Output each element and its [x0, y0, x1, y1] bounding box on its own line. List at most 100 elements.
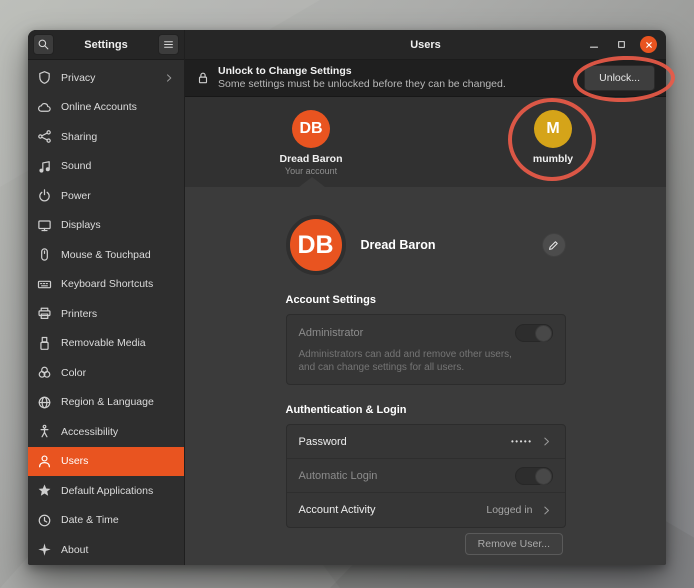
color-icon	[37, 365, 52, 380]
sidebar-item-label: Default Applications	[61, 485, 153, 497]
minimize-icon	[587, 38, 601, 52]
toggle-knob	[535, 468, 552, 485]
sidebar-item-region-language[interactable]: Region & Language	[28, 388, 184, 418]
administrator-card: Administrator Administrators can add and…	[286, 314, 566, 385]
toggle[interactable]	[515, 467, 553, 485]
edit-name-button[interactable]	[542, 233, 566, 257]
star-icon	[37, 483, 52, 498]
user-subtitle: Your account	[285, 166, 337, 176]
sidebar-item-label: Region & Language	[61, 396, 154, 408]
sidebar-item-sharing[interactable]: Sharing	[28, 122, 184, 152]
unlock-banner-subtitle: Some settings must be unlocked before th…	[218, 78, 506, 91]
close-icon	[643, 39, 655, 51]
search-button[interactable]	[33, 34, 54, 55]
sidebar-item-sound[interactable]: Sound	[28, 152, 184, 182]
window-controls	[586, 36, 666, 53]
sidebar-item-label: Users	[61, 455, 88, 467]
keyboard-icon	[37, 277, 52, 292]
remove-user-button[interactable]: Remove User...	[465, 533, 563, 555]
sidebar-item-power[interactable]: Power	[28, 181, 184, 211]
users-icon	[37, 454, 52, 469]
user-tab-mumbly[interactable]: M mumbly	[501, 110, 605, 165]
sparkle-icon	[37, 542, 52, 557]
section-heading-authentication: Authentication & Login	[286, 404, 566, 416]
administrator-description: Administrators can add and remove other …	[299, 348, 514, 374]
sidebar-item-privacy[interactable]: Privacy	[28, 63, 184, 93]
printer-icon	[37, 306, 52, 321]
user-header-row: DB Dread Baron	[286, 215, 566, 275]
unlock-banner-text: Unlock to Change Settings Some settings …	[218, 65, 506, 91]
unlock-banner: Unlock to Change Settings Some settings …	[185, 60, 666, 97]
unlock-button[interactable]: Unlock...	[584, 65, 655, 91]
user-name: mumbly	[533, 153, 573, 165]
sidebar-item-mouse-touchpad[interactable]: Mouse & Touchpad	[28, 240, 184, 270]
power-icon	[37, 188, 52, 203]
section-heading-account-settings: Account Settings	[286, 294, 566, 306]
auth-row-automatic-login[interactable]: Automatic Login	[287, 459, 565, 493]
sidebar-item-displays[interactable]: Displays	[28, 211, 184, 241]
sidebar-item-online-accounts[interactable]: Online Accounts	[28, 93, 184, 123]
pencil-icon	[547, 239, 560, 252]
search-icon	[37, 38, 50, 51]
sidebar-item-label: Displays	[61, 219, 101, 231]
sidebar-item-label: Accessibility	[61, 426, 118, 438]
sidebar-item-label: Printers	[61, 308, 97, 320]
sidebar-item-date-time[interactable]: Date & Time	[28, 506, 184, 536]
sidebar-item-printers[interactable]: Printers	[28, 299, 184, 329]
sidebar-item-users[interactable]: Users	[28, 447, 184, 477]
sidebar-header: Settings	[28, 30, 184, 60]
sidebar-title: Settings	[54, 39, 158, 51]
main-pane: Users Unlock to Change Settings	[185, 30, 666, 565]
sidebar-item-label: Privacy	[61, 72, 95, 84]
sound-icon	[37, 159, 52, 174]
avatar: DB	[292, 110, 330, 148]
unlock-banner-title: Unlock to Change Settings	[218, 65, 506, 78]
auth-row-value: Logged in	[486, 504, 532, 516]
sidebar-item-label: About	[61, 544, 88, 556]
sidebar-nav: Privacy Online Accounts Sharing Sound Po…	[28, 60, 184, 565]
sidebar-item-label: Mouse & Touchpad	[61, 249, 151, 261]
sidebar-item-label: Sound	[61, 160, 91, 172]
sidebar-item-about[interactable]: About	[28, 535, 184, 565]
chevron-right-icon	[163, 72, 175, 84]
selected-user-pointer	[299, 177, 325, 187]
sidebar-item-accessibility[interactable]: Accessibility	[28, 417, 184, 447]
sidebar-item-label: Removable Media	[61, 337, 146, 349]
user-detail-panel: DB Dread Baron Account Settings Administ…	[185, 187, 666, 565]
settings-window: Settings Privacy Online Accounts Sharing…	[28, 30, 666, 565]
auth-row-account-activity[interactable]: Account Activity Logged in	[287, 493, 565, 527]
sidebar-item-label: Color	[61, 367, 86, 379]
sidebar-item-label: Online Accounts	[61, 101, 137, 113]
close-button[interactable]	[640, 36, 657, 53]
removable-icon	[37, 336, 52, 351]
sidebar-item-default-applications[interactable]: Default Applications	[28, 476, 184, 506]
sidebar-item-label: Power	[61, 190, 91, 202]
accessibility-icon	[37, 424, 52, 439]
sidebar-item-label: Date & Time	[61, 514, 119, 526]
sidebar: Settings Privacy Online Accounts Sharing…	[28, 30, 185, 565]
chevron-right-icon	[540, 435, 553, 448]
minimize-button[interactable]	[586, 37, 602, 53]
user-name: Dread Baron	[279, 153, 342, 165]
maximize-icon	[615, 38, 628, 51]
hamburger-icon	[162, 38, 175, 51]
administrator-toggle[interactable]	[515, 324, 553, 342]
user-tab-dread-baron[interactable]: DB Dread Baron Your account	[259, 110, 363, 176]
maximize-button[interactable]	[613, 37, 629, 53]
auth-row-password[interactable]: Password •••••	[287, 425, 565, 459]
share-icon	[37, 129, 52, 144]
menu-button[interactable]	[158, 34, 179, 55]
sidebar-item-keyboard-shortcuts[interactable]: Keyboard Shortcuts	[28, 270, 184, 300]
avatar: M	[534, 110, 572, 148]
headerbar: Users	[185, 30, 666, 60]
desktop-background: Settings Privacy Online Accounts Sharing…	[0, 0, 694, 588]
mouse-icon	[37, 247, 52, 262]
authentication-card: Password ••••• Automatic Login Account A…	[286, 424, 566, 528]
auth-row-label: Password	[299, 436, 347, 448]
sidebar-item-color[interactable]: Color	[28, 358, 184, 388]
sidebar-item-removable-media[interactable]: Removable Media	[28, 329, 184, 359]
privacy-icon	[37, 70, 52, 85]
sidebar-item-label: Sharing	[61, 131, 97, 143]
toggle-knob	[535, 325, 552, 342]
auth-row-label: Automatic Login	[299, 470, 378, 482]
